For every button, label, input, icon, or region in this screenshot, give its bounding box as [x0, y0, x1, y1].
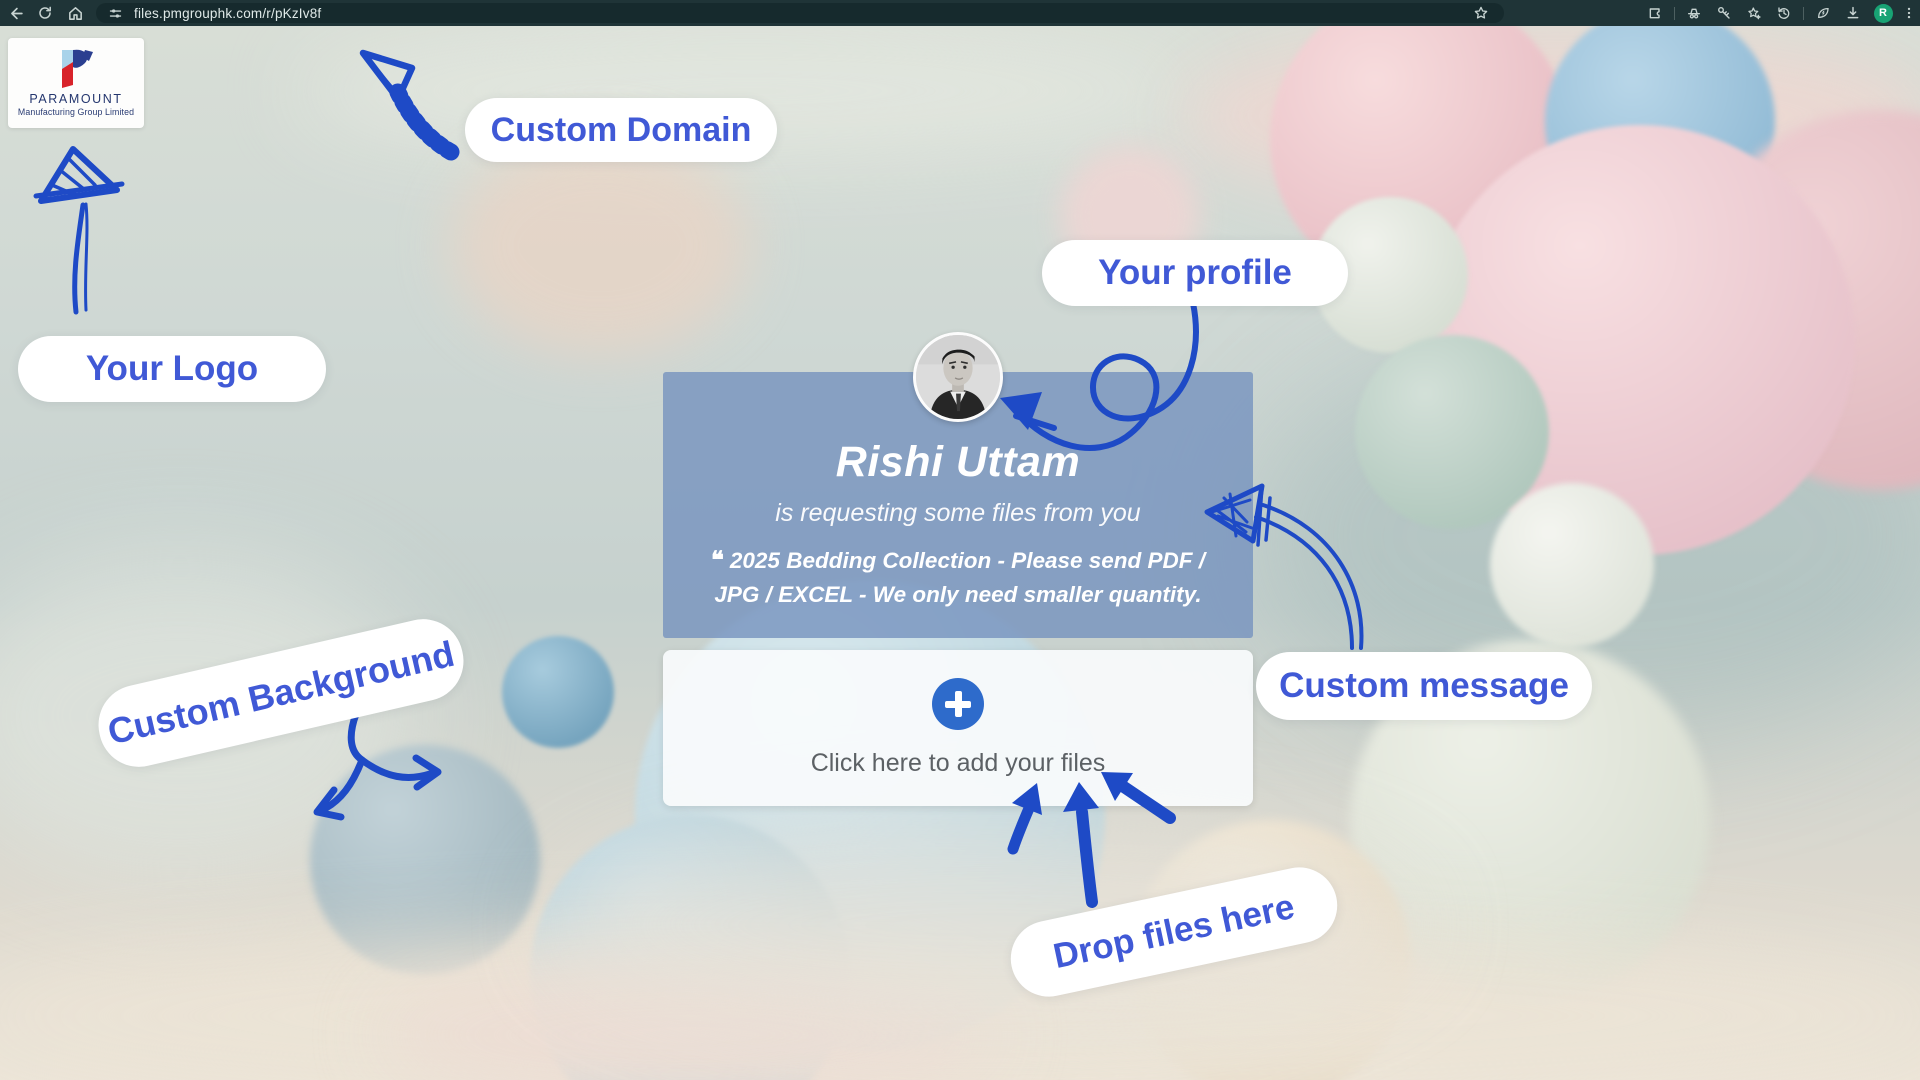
- cloud: [450, 136, 750, 356]
- logo-company-subtitle: Manufacturing Group Limited: [18, 107, 134, 117]
- file-request-page: PARAMOUNT Manufacturing Group Limited: [0, 26, 1920, 1080]
- requester-portrait: [916, 335, 1000, 419]
- toolbar-separator: [1674, 7, 1675, 20]
- company-logo-card: PARAMOUNT Manufacturing Group Limited: [8, 38, 144, 128]
- file-upload-dropzone[interactable]: Click here to add your files: [663, 650, 1253, 806]
- add-files-button[interactable]: [932, 678, 984, 730]
- energy-leaf-icon[interactable]: [1808, 1, 1838, 25]
- custom-domain-label: Custom Domain: [465, 98, 777, 162]
- requester-name: Rishi Uttam: [663, 438, 1253, 487]
- address-bar[interactable]: files.pmgrouphk.com/r/pKzIv8f: [96, 3, 1504, 23]
- request-subtitle: is requesting some files from you: [663, 499, 1253, 528]
- quote-icon: ❝: [711, 547, 724, 574]
- browser-toolbar: files.pmgrouphk.com/r/pKzIv8f: [0, 0, 1920, 26]
- history-clock-icon[interactable]: [1769, 1, 1799, 25]
- requester-avatar: [913, 332, 1003, 422]
- your-profile-label: Your profile: [1042, 240, 1348, 306]
- logo-company-name: PARAMOUNT: [29, 92, 122, 106]
- pastel-sphere: [1490, 483, 1654, 647]
- key-extension-icon[interactable]: [1709, 1, 1739, 25]
- sparkle-star-extension-icon[interactable]: [1739, 1, 1769, 25]
- extensions-puzzle-icon[interactable]: [1640, 1, 1670, 25]
- site-info-icon[interactable]: [104, 1, 126, 25]
- profile-avatar-badge: R: [1874, 4, 1893, 23]
- toolbar-separator: [1803, 7, 1804, 20]
- reload-icon[interactable]: [30, 1, 60, 25]
- incognito-extension-icon[interactable]: [1679, 1, 1709, 25]
- custom-message-label: Custom message: [1256, 652, 1592, 720]
- bookmark-star-icon[interactable]: [1466, 1, 1496, 25]
- browser-window: files.pmgrouphk.com/r/pKzIv8f: [0, 0, 1920, 1080]
- custom-domain-label-text: Custom Domain: [491, 111, 752, 150]
- custom-message-label-text: Custom message: [1279, 666, 1569, 706]
- toolbar-right-icons: R: [1640, 0, 1920, 26]
- back-icon[interactable]: [0, 1, 30, 25]
- menu-kebab-icon[interactable]: [1898, 1, 1920, 25]
- upload-label: Click here to add your files: [811, 749, 1106, 778]
- custom-message-text: ❝2025 Bedding Collection - Please send P…: [698, 544, 1218, 612]
- download-icon[interactable]: [1838, 1, 1868, 25]
- profile-avatar[interactable]: R: [1868, 1, 1898, 25]
- plus-icon: [955, 691, 962, 717]
- home-icon[interactable]: [60, 1, 90, 25]
- url-text[interactable]: files.pmgrouphk.com/r/pKzIv8f: [134, 6, 1466, 21]
- paramount-logo-mark: [54, 49, 98, 89]
- file-request-card: Rishi Uttam is requesting some files fro…: [663, 372, 1253, 638]
- your-logo-label-text: Your Logo: [86, 349, 258, 389]
- custom-message-body: 2025 Bedding Collection - Please send PD…: [714, 548, 1205, 607]
- pastel-sphere: [502, 636, 614, 748]
- your-profile-label-text: Your profile: [1098, 253, 1292, 293]
- your-logo-label: Your Logo: [18, 336, 326, 402]
